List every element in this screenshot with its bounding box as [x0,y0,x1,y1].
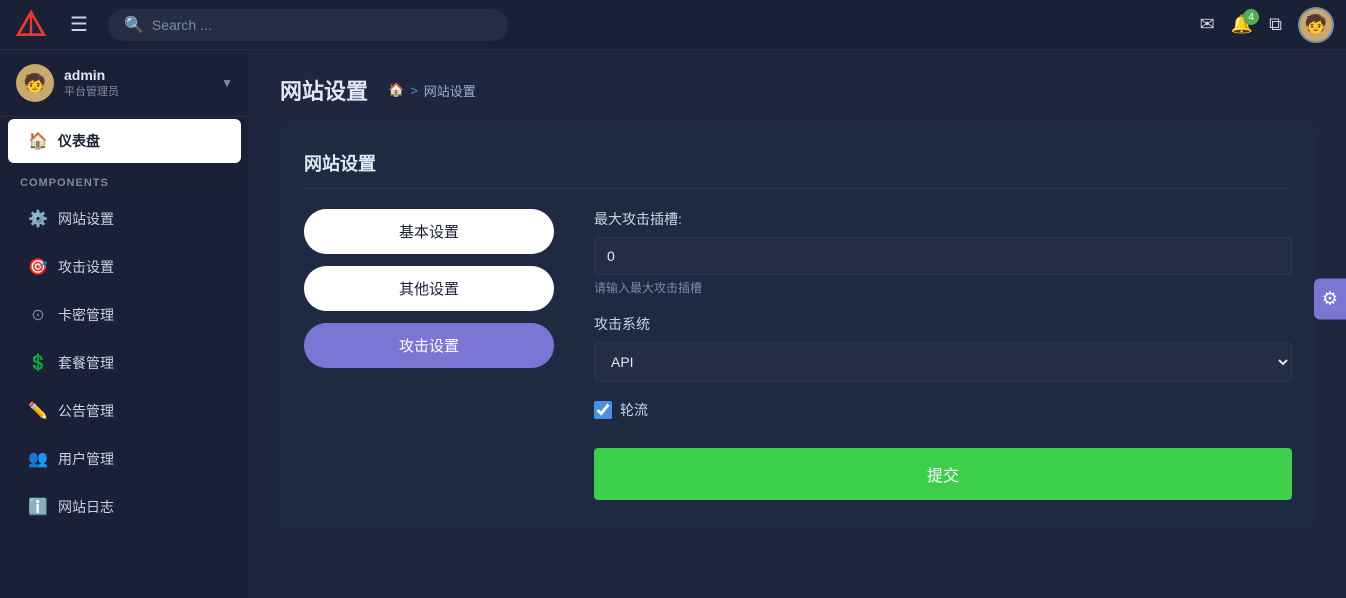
topnav: ☰ 🔍 ✉ 🔔 4 ⧉ 🧒 [0,0,1346,50]
breadcrumb: 🏠 > 网站设置 [388,81,476,100]
logo [12,6,50,44]
target-icon: 🎯 [28,257,48,277]
basic-settings-button[interactable]: 基本设置 [304,209,554,254]
user-chevron-icon: ▼ [221,76,233,90]
notification-button[interactable]: 🔔 4 [1231,14,1253,35]
card-title: 网站设置 [304,150,1292,189]
breadcrumb-separator: > [410,83,418,98]
mail-button[interactable]: ✉ [1200,14,1215,35]
user-role: 平台管理员 [64,83,211,99]
users-icon: 👥 [28,449,48,469]
sidebar-avatar: 🧒 [16,64,54,102]
sidebar-item-card-management[interactable]: ⊙ 卡密管理 [8,293,241,337]
settings-form: 最大攻击插槽: 请输入最大攻击插槽 攻击系统 API 轮流 [594,209,1292,500]
topnav-actions: ✉ 🔔 4 ⧉ 🧒 [1200,7,1334,43]
breadcrumb-current: 网站设置 [424,81,476,100]
user-section: 🧒 admin 平台管理员 ▼ [0,50,249,117]
dollar-icon: 💲 [28,353,48,373]
attack-system-label: 攻击系统 [594,314,1292,334]
attack-system-group: 攻击系统 API [594,314,1292,382]
settings-card: 网站设置 基本设置 其他设置 攻击设置 最大攻击插槽: 请输入最大攻击插槽 [280,126,1316,524]
max-attack-group: 最大攻击插槽: 请输入最大攻击插槽 [594,209,1292,296]
sidebar-item-attack-settings[interactable]: 🎯 攻击设置 [8,245,241,289]
search-icon: 🔍 [124,15,144,35]
sidebar-item-label: 卡密管理 [58,305,114,325]
other-settings-button[interactable]: 其他设置 [304,266,554,311]
sidebar-item-user-management[interactable]: 👥 用户管理 [8,437,241,481]
gear-icon: ⚙️ [28,209,48,229]
breadcrumb-home-icon: 🏠 [388,82,404,98]
roundrobin-checkbox[interactable] [594,401,612,419]
search-bar: 🔍 [108,9,508,41]
max-attack-input[interactable] [594,237,1292,275]
home-icon: 🏠 [28,131,48,151]
sidebar-item-label: 攻击设置 [58,257,114,277]
sidebar-item-label: 仪表盘 [58,131,100,151]
user-name: admin [64,67,211,83]
search-input[interactable] [152,17,492,33]
user-info: admin 平台管理员 [64,67,211,99]
max-attack-label: 最大攻击插槽: [594,209,1292,229]
floating-settings-button[interactable]: ⚙ [1314,279,1346,320]
circle-icon: ⊙ [28,305,48,325]
sidebar: 🧒 admin 平台管理员 ▼ 🏠 仪表盘 COMPONENTS ⚙️ 网站设置… [0,50,250,598]
sidebar-item-package-management[interactable]: 💲 套餐管理 [8,341,241,385]
sidebar-item-announcement[interactable]: ✏️ 公告管理 [8,389,241,433]
layers-button[interactable]: ⧉ [1269,14,1282,35]
sidebar-item-label: 网站设置 [58,209,114,229]
body-area: 🧒 admin 平台管理员 ▼ 🏠 仪表盘 COMPONENTS ⚙️ 网站设置… [0,50,1346,598]
sidebar-item-label: 用户管理 [58,449,114,469]
card-body: 基本设置 其他设置 攻击设置 最大攻击插槽: 请输入最大攻击插槽 攻击系统 AP… [304,209,1292,500]
page-title: 网站设置 [280,74,368,106]
sidebar-item-website-settings[interactable]: ⚙️ 网站设置 [8,197,241,241]
user-avatar-button[interactable]: 🧒 [1298,7,1334,43]
main-content: 网站设置 🏠 > 网站设置 网站设置 基本设置 其他设置 攻击设置 最大攻 [250,50,1346,598]
sidebar-item-label: 网站日志 [58,497,114,517]
roundrobin-group: 轮流 [594,400,1292,420]
sidebar-item-label: 公告管理 [58,401,114,421]
sidebar-item-dashboard[interactable]: 🏠 仪表盘 [8,119,241,163]
page-header: 网站设置 🏠 > 网站设置 [280,74,1316,106]
settings-nav: 基本设置 其他设置 攻击设置 [304,209,554,500]
attack-settings-button[interactable]: 攻击设置 [304,323,554,368]
hamburger-button[interactable]: ☰ [62,8,96,41]
submit-button[interactable]: 提交 [594,448,1292,500]
edit-icon: ✏️ [28,401,48,421]
sidebar-item-label: 套餐管理 [58,353,114,373]
notification-badge: 4 [1243,9,1259,25]
roundrobin-label: 轮流 [620,400,648,420]
attack-system-select[interactable]: API [594,342,1292,382]
sidebar-item-website-log[interactable]: ℹ️ 网站日志 [8,485,241,529]
max-attack-hint: 请输入最大攻击插槽 [594,279,1292,296]
components-label: COMPONENTS [0,165,249,195]
info-icon: ℹ️ [28,497,48,517]
